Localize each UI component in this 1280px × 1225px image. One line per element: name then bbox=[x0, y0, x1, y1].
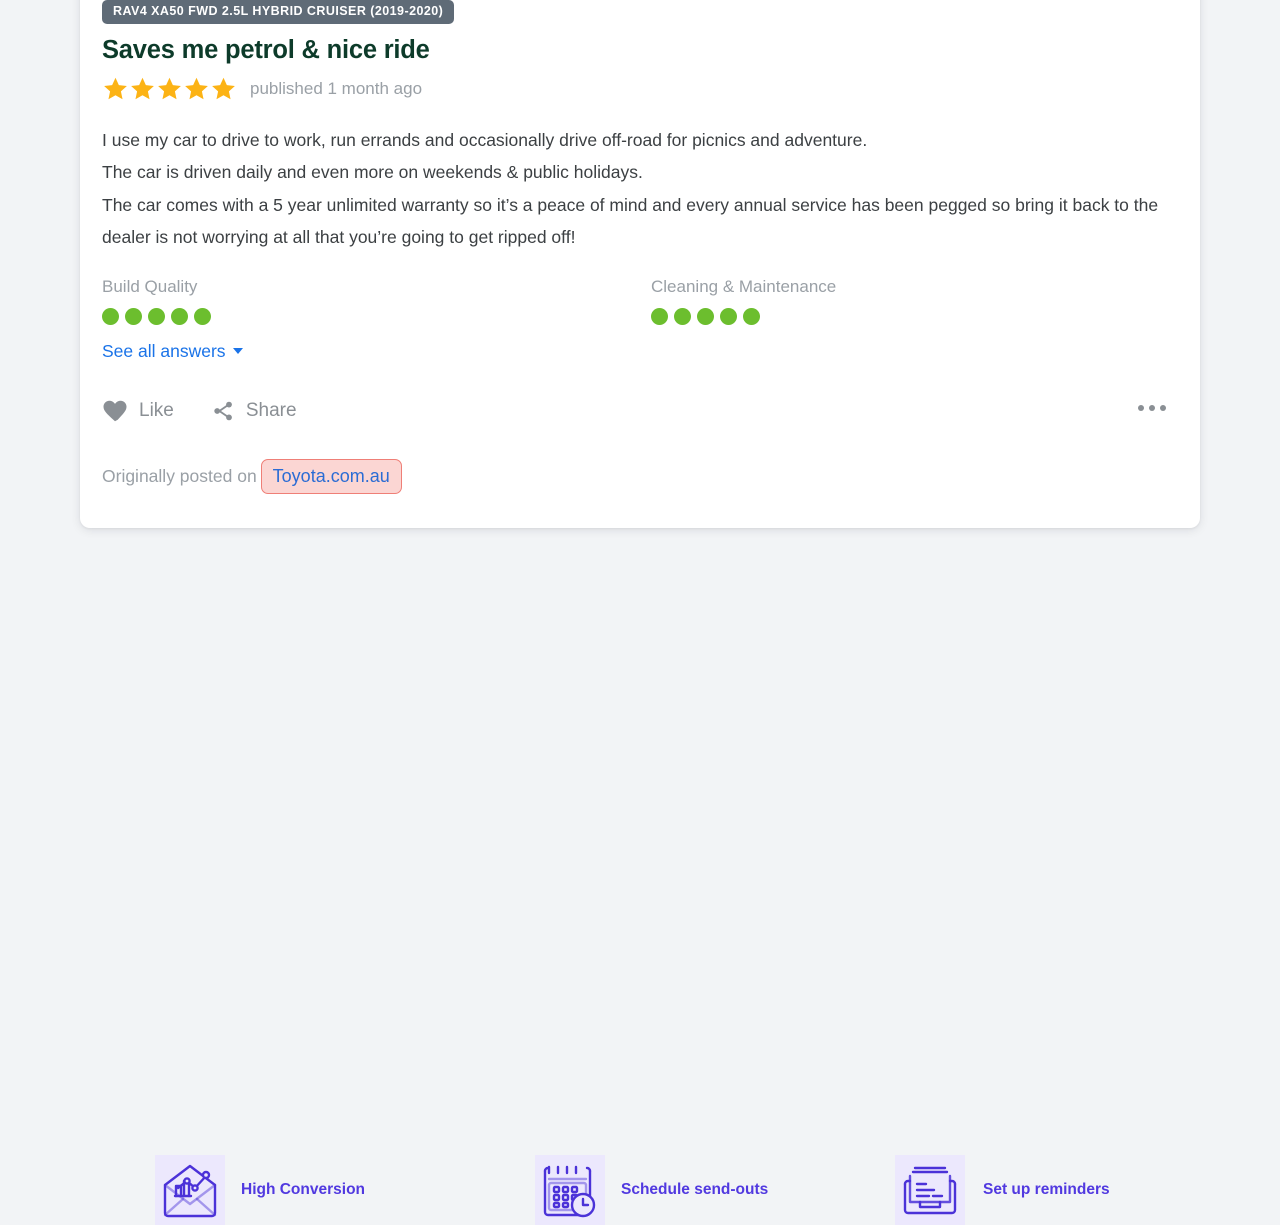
star-icon bbox=[131, 77, 154, 99]
more-dot bbox=[1149, 404, 1155, 411]
attribute-build-quality: Build Quality bbox=[102, 278, 211, 325]
rating-dot bbox=[674, 307, 691, 325]
feature-schedule-send-outs[interactable]: Schedule send-outs bbox=[535, 1155, 768, 1225]
review-body-line: I use my car to drive to work, run erran… bbox=[102, 129, 868, 150]
rating-dot bbox=[171, 307, 188, 325]
rating-dot bbox=[720, 307, 737, 325]
attribute-ratings: Build Quality Cleaning & Maintenance bbox=[102, 278, 1180, 340]
see-all-answers-link[interactable]: See all answers bbox=[102, 340, 243, 361]
star-icon bbox=[158, 77, 181, 99]
rating-dot bbox=[148, 307, 165, 325]
star-icon bbox=[185, 77, 208, 99]
heart-icon bbox=[103, 400, 127, 422]
document-tray-icon bbox=[895, 1155, 965, 1225]
share-icon bbox=[214, 401, 232, 420]
feature-label: High Conversion bbox=[241, 1181, 366, 1199]
source-attribution: Originally posted on Toyota.com.au bbox=[102, 458, 1180, 496]
attribute-label: Cleaning & Maintenance bbox=[651, 276, 837, 296]
review-body-line: The car comes with a 5 year unlimited wa… bbox=[102, 194, 1159, 248]
review-body: I use my car to drive to work, run erran… bbox=[102, 124, 1162, 254]
vehicle-model-badge: RAV4 XA50 FWD 2.5L HYBRID CRUISER (2019-… bbox=[102, 0, 455, 24]
like-label: Like bbox=[139, 400, 174, 422]
review-body-line: The car is driven daily and even more on… bbox=[102, 162, 643, 183]
more-options-button[interactable] bbox=[1138, 404, 1166, 411]
feature-label: Schedule send-outs bbox=[621, 1181, 769, 1199]
attribute-dot-rating bbox=[102, 307, 211, 325]
review-title: Saves me petrol & nice ride bbox=[102, 35, 430, 64]
attribute-dot-rating bbox=[651, 307, 836, 325]
review-meta-row: published 1 month ago bbox=[102, 76, 1180, 102]
published-date: published 1 month ago bbox=[250, 79, 423, 99]
review-card-content: RAV4 XA50 FWD 2.5L HYBRID CRUISER (2019-… bbox=[102, 0, 1180, 496]
share-label: Share bbox=[245, 400, 297, 422]
chevron-down-icon bbox=[232, 348, 243, 355]
attribute-cleaning-maintenance: Cleaning & Maintenance bbox=[651, 278, 836, 325]
star-icon bbox=[212, 77, 235, 99]
like-button[interactable]: Like bbox=[102, 399, 174, 422]
source-link[interactable]: Toyota.com.au bbox=[260, 459, 402, 495]
see-all-answers-label: See all answers bbox=[102, 340, 226, 361]
rating-dot bbox=[651, 307, 668, 325]
star-rating bbox=[102, 76, 237, 102]
feature-high-conversion[interactable]: High Conversion bbox=[155, 1155, 365, 1225]
share-button[interactable]: Share bbox=[211, 399, 297, 423]
envelope-chart-icon bbox=[155, 1155, 225, 1225]
rating-dot bbox=[102, 307, 119, 325]
feature-label: Set up reminders bbox=[983, 1181, 1110, 1199]
review-card: RAV4 XA50 FWD 2.5L HYBRID CRUISER (2019-… bbox=[80, 0, 1200, 528]
source-prefix: Originally posted on bbox=[102, 465, 257, 486]
rating-dot bbox=[194, 307, 211, 325]
more-dot bbox=[1160, 404, 1166, 411]
more-dot bbox=[1138, 404, 1144, 411]
feature-strip: High Conversion Schedule send-outs Set u… bbox=[0, 572, 1280, 1225]
rating-dot bbox=[125, 307, 142, 325]
feature-set-up-reminders[interactable]: Set up reminders bbox=[895, 1155, 1110, 1225]
star-icon bbox=[104, 77, 127, 99]
attribute-label: Build Quality bbox=[102, 276, 198, 296]
calendar-clock-icon bbox=[535, 1155, 605, 1225]
review-actions: Like Share bbox=[102, 396, 1180, 426]
rating-dot bbox=[697, 307, 714, 325]
rating-dot bbox=[743, 307, 760, 325]
